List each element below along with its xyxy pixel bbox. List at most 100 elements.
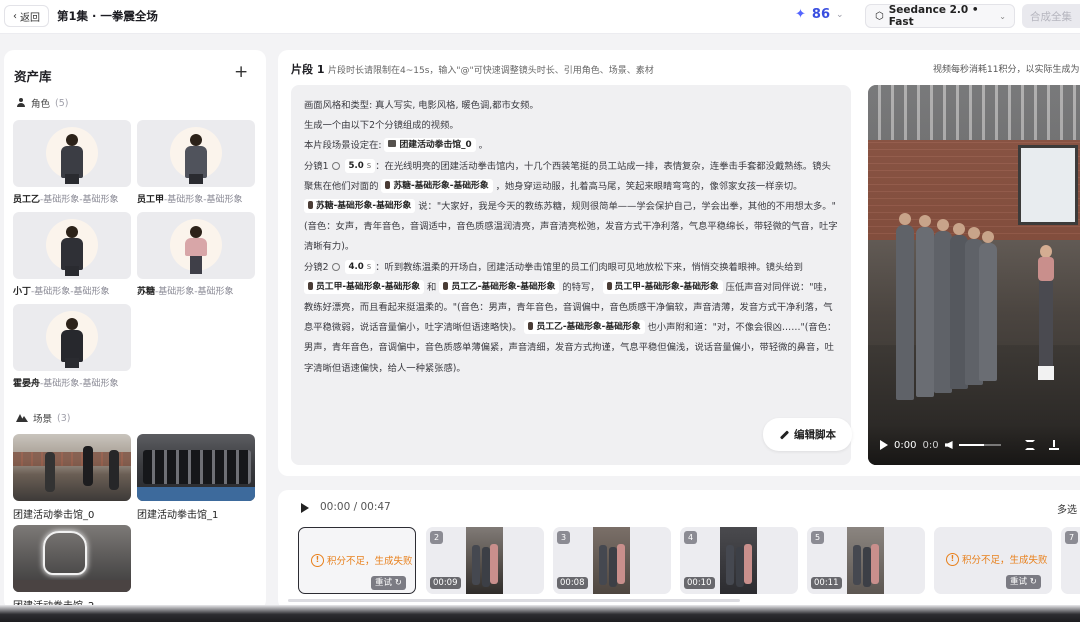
clip-thumbnail xyxy=(847,527,884,594)
segment-title: 片段 1 xyxy=(291,63,325,76)
timeline-scrollbar[interactable] xyxy=(288,599,740,602)
character-icon xyxy=(443,281,449,290)
clip-index: 7 xyxy=(1065,531,1078,544)
window-bottom-edge xyxy=(0,605,1080,622)
segment-panel: 片段 1 片段时长请限制在4~15s，输入"@"可快速调整镜头时长、引用角色、场… xyxy=(278,50,1080,476)
character-icon xyxy=(385,180,391,189)
video-figure xyxy=(979,231,997,381)
video-frame-roof xyxy=(868,85,1080,140)
script-line-intro: 生成一个由以下2个分镜组成的视频。 xyxy=(304,120,459,132)
character-icon xyxy=(528,322,534,331)
duration-chip[interactable]: 4.0 s xyxy=(344,259,376,274)
character-label: 苏糖-基础形象-基础形象 xyxy=(137,287,234,297)
timeline-time: 00:00 / 00:47 xyxy=(320,501,391,513)
characters-label: 角色 xyxy=(31,99,51,110)
credits-button[interactable]: ✦ 86 ⌄ xyxy=(795,7,844,22)
character-chip[interactable]: 苏糖-基础形象-基础形象 xyxy=(381,178,493,193)
video-controls: 0:00 0:0 xyxy=(868,425,1080,465)
fail-status: ! 积分不足，生成失败 xyxy=(946,552,1048,566)
pencil-icon xyxy=(779,430,789,440)
segment-hint: 片段时长请限制在4~15s，输入"@"可快速调整镜头时长、引用角色、场景、素材 xyxy=(328,66,654,76)
back-button[interactable]: ‹ 返回 xyxy=(4,5,49,27)
character-icon xyxy=(606,281,612,290)
timeline-clip-4[interactable]: 4 00:10 xyxy=(680,527,798,594)
character-chip[interactable]: 苏糖-基础形象-基础形象 xyxy=(304,199,416,214)
clip-thumbnail xyxy=(593,527,630,594)
character-label: 小丁-基础形象-基础形象 xyxy=(13,287,110,297)
video-current-time: 0:00 xyxy=(894,439,917,451)
fail-status: ! 积分不足，生成失败 xyxy=(311,553,413,567)
add-icon[interactable]: + xyxy=(234,62,248,82)
script-text: 画面风格和类型: 真人写实, 电影风格, 暖色调,都市女频。 生成一个由以下2个… xyxy=(304,96,839,379)
clock-icon xyxy=(331,161,340,170)
cube-icon: ⬡ xyxy=(875,10,884,22)
script-shot-2: 分镜2 4.0 s ：听到教练温柔的开场白，团建活动拳击馆里的员工们肉眼可见地放松下… xyxy=(304,259,837,374)
edit-script-label: 编辑脚本 xyxy=(794,429,836,441)
timeline-clip-1[interactable]: ! 积分不足，生成失败 重试 ↻ xyxy=(298,527,416,594)
chevron-down-icon: ⌄ xyxy=(999,11,1006,21)
character-card-yuangongyi[interactable] xyxy=(13,120,131,187)
scenes-group-header: 场景 (3) xyxy=(16,411,70,425)
character-card-xiaoding[interactable] xyxy=(13,212,131,279)
model-selector[interactable]: ⬡ Seedance 2.0 • Fast ⌄ xyxy=(865,4,1015,28)
video-player[interactable]: 0:00 0:0 xyxy=(868,85,1080,465)
character-label: 员工乙-基础形象-基础形象 xyxy=(13,195,119,205)
character-card-sutang[interactable] xyxy=(137,212,255,279)
timeline-play-icon[interactable] xyxy=(301,503,309,513)
clip-duration: 00:08 xyxy=(557,577,588,589)
scene-card-1[interactable] xyxy=(137,434,255,501)
character-icon xyxy=(308,281,313,290)
script-editor[interactable]: 画面风格和类型: 真人写实, 电影风格, 暖色调,都市女频。 生成一个由以下2个… xyxy=(291,85,852,465)
top-bar: ‹ 返回 第1集 · 一拳震全场 ✦ 86 ⌄ ⬡ Seedance 2.0 •… xyxy=(0,0,1080,34)
timeline-clip-5[interactable]: 5 00:11 xyxy=(807,527,925,594)
duration-chip[interactable]: 5.0 s xyxy=(344,158,376,173)
character-chip[interactable]: 员工乙-基础形象-基础形象 xyxy=(439,279,560,294)
download-icon[interactable] xyxy=(1048,440,1059,450)
characters-group-header: 角色 (5) xyxy=(16,96,68,110)
scene-card-0[interactable] xyxy=(13,434,131,501)
timeline-clip-7[interactable]: 7 xyxy=(1061,527,1080,594)
edit-script-button[interactable]: 编辑脚本 xyxy=(763,418,852,451)
character-chip[interactable]: 员工甲-基础形象-基础形象 xyxy=(304,279,425,294)
clock-icon xyxy=(331,262,340,271)
character-label: 员工甲-基础形象-基础形象 xyxy=(137,195,243,205)
clip-thumbnail xyxy=(720,527,757,594)
scene-card-2[interactable] xyxy=(13,525,131,592)
scene-chip[interactable]: 团建活动拳击馆_0 xyxy=(384,138,476,153)
sparkle-icon: ✦ xyxy=(795,7,806,22)
multi-select-button[interactable]: 多选 xyxy=(1057,501,1077,516)
timeline-panel: 00:00 / 00:47 多选 ! 积分不足，生成失败 重试 ↻ 2 00:09… xyxy=(278,490,1080,610)
episode-title: 第1集 · 一拳震全场 xyxy=(57,9,158,23)
characters-count: (5) xyxy=(55,97,69,109)
mountain-icon xyxy=(16,414,28,422)
character-chip[interactable]: 员工甲-基础形象-基础形象 xyxy=(602,279,723,294)
warning-icon: ! xyxy=(311,553,324,567)
scenes-count: (3) xyxy=(57,412,71,424)
clip-duration: 00:10 xyxy=(684,577,715,589)
clip-thumbnail xyxy=(466,527,503,594)
warning-icon: ! xyxy=(946,552,959,566)
character-label: 霍晏舟-基础形象-基础形象 xyxy=(13,379,119,389)
retry-button[interactable]: 重试 ↻ xyxy=(371,576,406,590)
character-card-yuangongjia[interactable] xyxy=(137,120,255,187)
clip-index: 4 xyxy=(684,531,697,544)
play-icon[interactable] xyxy=(880,440,888,450)
volume-slider[interactable] xyxy=(958,444,1001,446)
compose-all-button[interactable]: 合成全集 xyxy=(1022,4,1080,28)
video-frame-window xyxy=(1018,145,1078,225)
volume-icon[interactable] xyxy=(944,441,953,449)
timeline-clip-2[interactable]: 2 00:09 xyxy=(426,527,544,594)
scene-label: 团建活动拳击馆_1 xyxy=(137,510,219,521)
character-card-huoyanzhou[interactable] xyxy=(13,304,131,371)
character-chip[interactable]: 员工乙-基础形象-基础形象 xyxy=(524,320,645,335)
timeline-clip-6[interactable]: ! 积分不足，生成失败 重试 ↻ xyxy=(934,527,1052,594)
timeline-clip-3[interactable]: 3 00:08 xyxy=(553,527,671,594)
asset-library-panel: 资产库 + 角色 (5) 员工乙-基础形象-基础形象 员工甲-基础形象-基础形象… xyxy=(4,50,266,610)
video-figure xyxy=(916,215,934,397)
retry-button[interactable]: 重试 ↻ xyxy=(1006,575,1041,589)
clip-duration: 00:11 xyxy=(811,577,842,589)
video-duration: 0:0 xyxy=(922,439,939,451)
fullscreen-icon[interactable] xyxy=(1024,440,1035,450)
scene-label: 团建活动拳击馆_0 xyxy=(13,510,95,521)
chevron-left-icon: ‹ xyxy=(13,10,17,22)
